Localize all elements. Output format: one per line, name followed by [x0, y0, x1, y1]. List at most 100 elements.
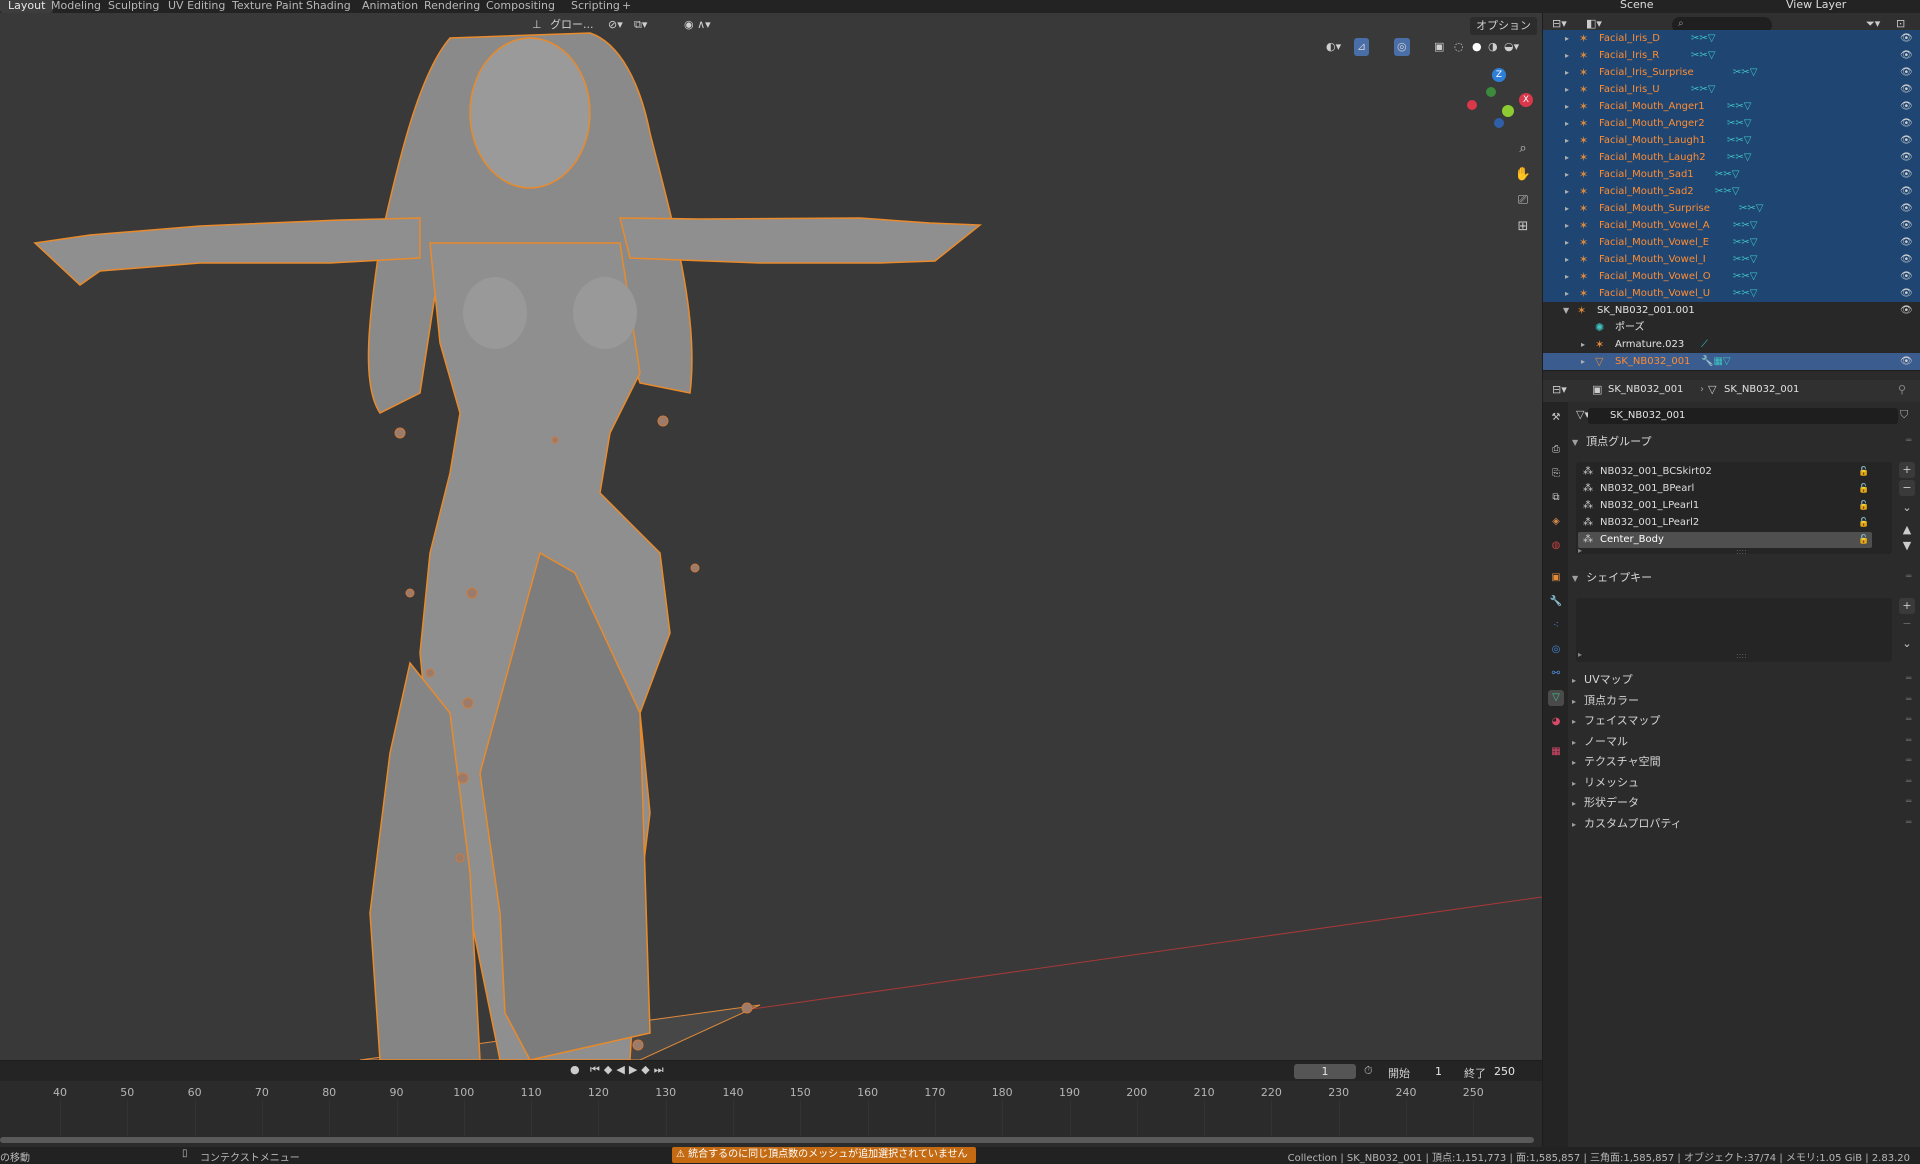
- workspace-tab[interactable]: +: [614, 0, 639, 13]
- expand-toggle-icon[interactable]: ▸: [1565, 64, 1569, 81]
- view-layer-selector[interactable]: View Layer: [1786, 0, 1846, 11]
- expand-toggle-icon[interactable]: ▸: [1565, 47, 1569, 64]
- vertex-group-item[interactable]: ⁂ Center_Body 🔓: [1578, 532, 1872, 548]
- fake-user-icon[interactable]: ⛉: [1900, 408, 1908, 422]
- vertex-group-specials-icon[interactable]: ⌄: [1899, 500, 1915, 516]
- modifier-icons[interactable]: 🔧▦▽: [1701, 353, 1731, 370]
- object-tab-icon[interactable]: ▣: [1548, 570, 1564, 586]
- visibility-eye-icon[interactable]: 👁: [1900, 200, 1913, 217]
- visibility-eye-icon[interactable]: 👁: [1900, 47, 1913, 64]
- outliner-row[interactable]: ▸ ▽ SK_NB032_001 🔧▦▽ 👁: [1543, 353, 1920, 370]
- material-tab-icon[interactable]: ◕: [1548, 714, 1564, 730]
- modifier-tab-icon[interactable]: 🔧: [1548, 594, 1564, 610]
- outliner-row[interactable]: ▸ ✶ Facial_Mouth_Laugh2 ✂✂▽ 👁: [1543, 149, 1920, 166]
- solid-shading-icon[interactable]: ●: [1472, 38, 1482, 56]
- visibility-eye-icon[interactable]: 👁: [1900, 268, 1913, 285]
- lock-icon[interactable]: 🔓: [1858, 532, 1869, 548]
- visibility-eye-icon[interactable]: 👁: [1900, 234, 1913, 251]
- expand-toggle-icon[interactable]: ▸: [1565, 268, 1569, 285]
- expand-toggle-icon[interactable]: ▸: [1565, 98, 1569, 115]
- rendered-shading-icon[interactable]: ◒▾: [1504, 38, 1519, 56]
- expand-toggle-icon[interactable]: ▸: [1565, 200, 1569, 217]
- visibility-eye-icon[interactable]: 👁: [1900, 183, 1913, 200]
- outliner-row[interactable]: ▸ ✶ Facial_Iris_U ✂✂▽ 👁: [1543, 81, 1920, 98]
- frame-start-field[interactable]: 1: [1420, 1065, 1442, 1078]
- list-resize-grip[interactable]: ::::: [1736, 651, 1747, 660]
- outliner-row[interactable]: ▼ ✶ SK_NB032_001.001 👁: [1543, 302, 1920, 319]
- workspace-tab[interactable]: Shading: [298, 0, 359, 13]
- record-icon[interactable]: ●: [570, 1063, 580, 1076]
- zoom-icon[interactable]: ⌕: [1512, 138, 1534, 160]
- list-expand-icon[interactable]: ▸: [1578, 650, 1582, 659]
- clock-icon[interactable]: ⏱: [1364, 1064, 1373, 1078]
- drag-grip-icon[interactable]: ═: [1906, 436, 1911, 446]
- render-tab-icon[interactable]: ⎙: [1548, 442, 1564, 458]
- vertex-group-item[interactable]: ⁂ NB032_001_BCSkirt02 🔓: [1578, 464, 1872, 480]
- breadcrumb-mesh[interactable]: SK_NB032_001: [1724, 384, 1799, 395]
- properties-section-header[interactable]: ▸ ノーマル: [1572, 734, 1628, 750]
- expand-toggle-icon[interactable]: ▸: [1565, 81, 1569, 98]
- modifier-icons[interactable]: ✂✂▽: [1727, 149, 1751, 166]
- visibility-eye-icon[interactable]: 👁: [1900, 353, 1913, 370]
- physics-tab-icon[interactable]: ◎: [1548, 642, 1564, 658]
- drag-grip-icon[interactable]: ═: [1906, 674, 1911, 684]
- pin-icon[interactable]: ⚲: [1898, 383, 1906, 396]
- transform-orientation-dropdown[interactable]: グロー...: [550, 16, 594, 34]
- list-expand-icon[interactable]: ▸: [1578, 546, 1582, 555]
- drag-grip-icon[interactable]: ═: [1906, 756, 1911, 766]
- expand-toggle-icon[interactable]: ▸: [1581, 336, 1585, 353]
- expand-toggle-icon[interactable]: ▼: [1563, 302, 1569, 319]
- wireframe-shading-icon[interactable]: ◌: [1454, 38, 1464, 56]
- gizmo-y[interactable]: [1502, 105, 1514, 117]
- outliner-row[interactable]: ▸ ✶ Facial_Mouth_Vowel_A ✂✂▽ 👁: [1543, 217, 1920, 234]
- material-shading-icon[interactable]: ◑: [1488, 38, 1498, 56]
- outliner-row[interactable]: ▸ ✶ Facial_Mouth_Laugh1 ✂✂▽ 👁: [1543, 132, 1920, 149]
- view-layer-tab-icon[interactable]: ⧉: [1548, 490, 1564, 506]
- playback-controls[interactable]: ⏮◆◀▶◆⏭: [590, 1063, 668, 1077]
- outliner-row[interactable]: ▸ ✶ Facial_Mouth_Surprise ✂✂▽ 👁: [1543, 200, 1920, 217]
- shape-keys-panel-header[interactable]: ▼ シェイプキー: [1572, 570, 1652, 586]
- outliner-row[interactable]: ▸ ✶ Facial_Iris_R ✂✂▽ 👁: [1543, 47, 1920, 64]
- properties-section-header[interactable]: ▸ UVマップ: [1572, 672, 1633, 688]
- outliner-row[interactable]: ▸ ✶ Armature.023 ⟋: [1543, 336, 1920, 353]
- drag-grip-icon[interactable]: ═: [1906, 777, 1911, 787]
- properties-section-header[interactable]: ▸ テクスチャ空間: [1572, 754, 1661, 770]
- timeline-scrollbar[interactable]: [0, 1137, 1534, 1143]
- visibility-eye-icon[interactable]: 👁: [1900, 217, 1913, 234]
- visibility-eye-icon[interactable]: 👁: [1900, 64, 1913, 81]
- orientation-icon[interactable]: ⊥: [532, 16, 542, 34]
- workspace-tab[interactable]: Sculpting: [100, 0, 167, 13]
- gizmo-toggle-icon[interactable]: ⊿: [1354, 38, 1370, 56]
- proportional-edit-icon[interactable]: ◉ ∧▾: [684, 16, 711, 34]
- display-mode-icon[interactable]: ⊟▾: [1552, 17, 1567, 30]
- properties-section-header[interactable]: ▸ 頂点カラー: [1572, 693, 1639, 709]
- drag-grip-icon[interactable]: ═: [1906, 572, 1911, 582]
- outliner-row[interactable]: ▸ ✶ Facial_Iris_D ✂✂▽ 👁: [1543, 30, 1920, 47]
- breadcrumb-object[interactable]: SK_NB032_001: [1608, 384, 1683, 395]
- lock-icon[interactable]: 🔓: [1858, 515, 1869, 531]
- frame-end-field[interactable]: 250: [1494, 1065, 1515, 1078]
- grid-perspective-icon[interactable]: ⊞: [1512, 216, 1534, 238]
- pan-hand-icon[interactable]: ✋: [1512, 164, 1534, 186]
- scene-tab-icon[interactable]: ◈: [1548, 514, 1564, 530]
- expand-toggle-icon[interactable]: ▸: [1565, 115, 1569, 132]
- modifier-icons[interactable]: ✂✂▽: [1739, 200, 1763, 217]
- texture-tab-icon[interactable]: ▦: [1548, 744, 1564, 760]
- mesh-data-tab-icon[interactable]: ▽: [1548, 690, 1564, 706]
- drag-grip-icon[interactable]: ═: [1906, 695, 1911, 705]
- modifier-icons[interactable]: ✂✂▽: [1715, 166, 1739, 183]
- vertex-group-item[interactable]: ⁂ NB032_001_LPearl2 🔓: [1578, 515, 1872, 531]
- visibility-eye-icon[interactable]: 👁: [1900, 132, 1913, 149]
- snap-icon[interactable]: ⧉▾: [634, 16, 647, 34]
- expand-toggle-icon[interactable]: ▸: [1565, 149, 1569, 166]
- modifier-icons[interactable]: ✂✂▽: [1727, 115, 1751, 132]
- camera-icon[interactable]: ⎚: [1512, 190, 1534, 212]
- visibility-eye-icon[interactable]: 👁: [1900, 285, 1913, 302]
- 3d-viewport[interactable]: Z X ⌕ ✋ ⎚ ⊞: [0, 13, 1542, 1060]
- outliner-row[interactable]: ▸ ✶ Facial_Mouth_Vowel_I ✂✂▽ 👁: [1543, 251, 1920, 268]
- visibility-eye-icon[interactable]: 👁: [1900, 302, 1913, 319]
- modifier-icons[interactable]: ✂✂▽: [1733, 217, 1757, 234]
- gizmo-neg-x[interactable]: [1467, 100, 1477, 110]
- gizmo-z[interactable]: Z: [1492, 68, 1506, 82]
- outliner-row[interactable]: ▸ ✶ Facial_Mouth_Sad2 ✂✂▽ 👁: [1543, 183, 1920, 200]
